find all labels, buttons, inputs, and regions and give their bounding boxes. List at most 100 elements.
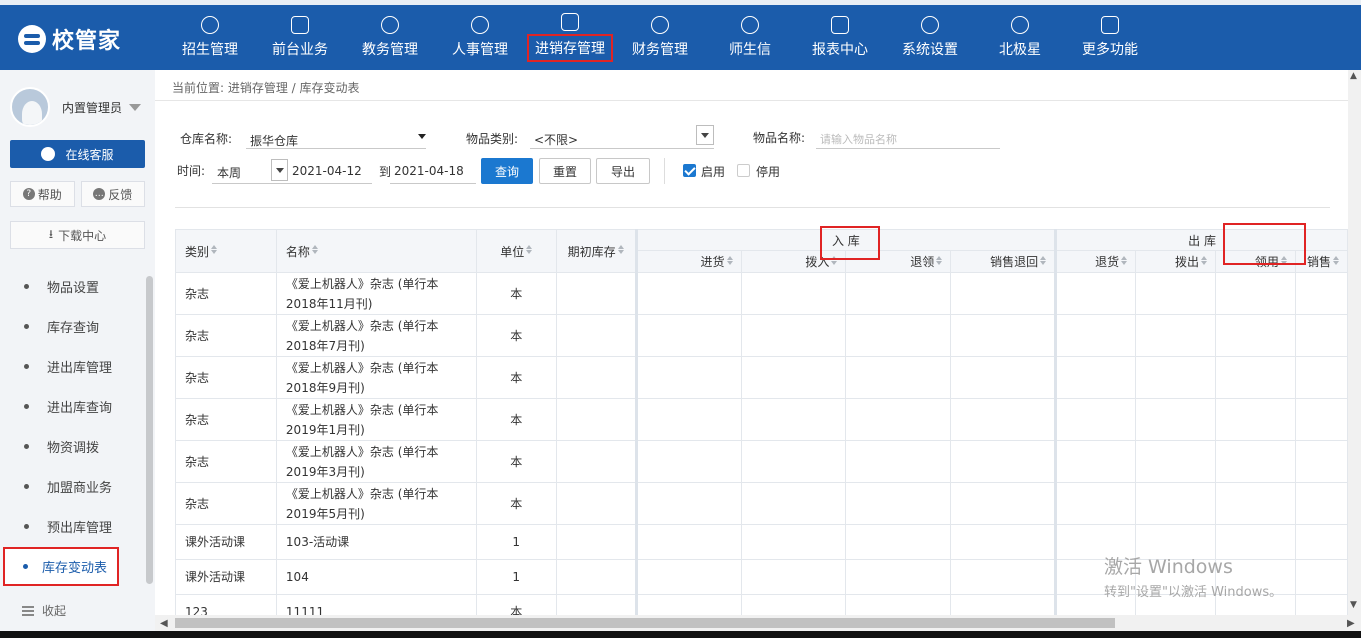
cell-unit: 本 <box>475 594 557 615</box>
sidebar-item-7[interactable]: 库存变动表 <box>0 546 146 586</box>
user-menu[interactable]: 内置管理员 <box>10 87 142 127</box>
reset-button[interactable]: 重置 <box>539 158 591 184</box>
nav-item-3[interactable]: 人事管理 <box>435 5 525 70</box>
horizontal-scroll-thumb[interactable] <box>175 618 1115 628</box>
breadcrumb-divider <box>155 100 1348 101</box>
bullet-icon <box>24 363 29 369</box>
category-select[interactable]: <不限> <box>534 131 578 148</box>
query-button[interactable]: 查询 <box>481 158 533 184</box>
cell-empty <box>1135 398 1217 441</box>
table-row[interactable]: 杂志 《爱上机器人》杂志 (单行本2019年1月刊) 本 <box>175 398 1348 441</box>
col-header-out-1[interactable]: 拨出 <box>1135 250 1217 273</box>
cell-empty <box>634 356 742 399</box>
sidebar-scrollbar[interactable] <box>146 276 153 584</box>
online-service-button[interactable]: 在线客服 <box>10 140 145 168</box>
scroll-right-icon[interactable]: ▶ <box>1347 618 1355 629</box>
cell-empty <box>740 594 847 615</box>
cell-empty <box>845 440 952 483</box>
nav-item-0[interactable]: 招生管理 <box>165 5 255 70</box>
date-from-input[interactable]: 2021-04-12 <box>292 164 362 178</box>
page-vertical-scrollbar[interactable]: ▲ ▼ <box>1348 70 1361 615</box>
sort-icon <box>311 245 318 254</box>
table-row[interactable]: 杂志 《爱上机器人》杂志 (单行本2018年9月刊) 本 <box>175 356 1348 399</box>
scroll-up-icon[interactable]: ▲ <box>1350 71 1357 81</box>
nav-item-label: 北极星 <box>999 42 1041 58</box>
nav-item-7[interactable]: 报表中心 <box>795 5 885 70</box>
nav-item-8[interactable]: 系统设置 <box>885 5 975 70</box>
cell-category: 课外活动课 <box>175 559 277 595</box>
download-center-button[interactable]: ⭳ 下载中心 <box>10 221 145 249</box>
sidebar-item-1[interactable]: 库存查询 <box>0 306 146 346</box>
sort-icon <box>936 255 943 265</box>
help-button[interactable]: ? 帮助 <box>10 181 75 207</box>
online-service-label: 在线客服 <box>65 147 114 162</box>
table-row[interactable]: 杂志 《爱上机器人》杂志 (单行本2018年11月刊) 本 <box>175 272 1348 315</box>
item-name-input[interactable]: 请输入物品名称 <box>820 131 897 147</box>
nav-item-6[interactable]: 师生信 <box>705 5 795 70</box>
sort-icon <box>1121 255 1128 265</box>
nav-item-label: 招生管理 <box>182 42 238 58</box>
cell-name: 11111 <box>275 594 477 615</box>
nav-item-label: 进销存管理 <box>527 34 613 62</box>
scroll-down-icon[interactable]: ▼ <box>1350 600 1357 610</box>
sidebar-item-2[interactable]: 进出库管理 <box>0 346 146 386</box>
sort-icon <box>1201 255 1208 265</box>
cell-empty <box>1294 440 1348 483</box>
highlight-out-group <box>1223 223 1306 265</box>
category-dropdown-button[interactable] <box>696 125 714 145</box>
period-dropdown-button[interactable] <box>271 159 288 181</box>
cell-unit: 本 <box>475 482 557 525</box>
col-header-in-3[interactable]: 销售退回 <box>950 250 1057 273</box>
nav-item-1[interactable]: 前台业务 <box>255 5 345 70</box>
col-header-name[interactable]: 名称 <box>275 229 477 273</box>
nav-item-9[interactable]: 北极星 <box>975 5 1065 70</box>
nav-item-2[interactable]: 教务管理 <box>345 5 435 70</box>
table-horizontal-scrollbar[interactable]: ◀ ▶ <box>155 615 1361 631</box>
highlight-in-group <box>820 226 880 260</box>
nav-item-4[interactable]: 进销存管理 <box>525 5 615 70</box>
logo-icon <box>18 25 46 53</box>
sidebar-item-0[interactable]: 物品设置 <box>0 266 146 306</box>
cell-empty <box>1054 272 1137 315</box>
warehouse-select[interactable]: 振华仓库 <box>250 132 298 149</box>
app-logo[interactable]: 校管家 <box>18 25 121 54</box>
filter-bottom-divider <box>175 207 1330 208</box>
export-button[interactable]: 导出 <box>596 158 650 184</box>
feedback-button[interactable]: … 反馈 <box>80 181 145 207</box>
cell-name: 《爱上机器人》杂志 (单行本2019年5月刊) <box>275 482 477 525</box>
table-row[interactable]: 杂志 《爱上机器人》杂志 (单行本2019年3月刊) 本 <box>175 440 1348 483</box>
period-select[interactable]: 本周 <box>217 164 241 181</box>
warehouse-dropdown-icon[interactable] <box>418 134 426 139</box>
col-header-unit[interactable]: 单位 <box>475 229 557 273</box>
cell-unit: 本 <box>475 314 557 357</box>
sidebar-item-3[interactable]: 进出库查询 <box>0 386 146 426</box>
nav-item-5[interactable]: 财务管理 <box>615 5 705 70</box>
table-row[interactable]: 杂志 《爱上机器人》杂志 (单行本2018年7月刊) 本 <box>175 314 1348 357</box>
date-to-input[interactable]: 2021-04-18 <box>394 164 464 178</box>
sidebar-item-4[interactable]: 物资调拨 <box>0 426 146 466</box>
user-icon <box>471 16 489 34</box>
col-header-category[interactable]: 类别 <box>175 229 277 273</box>
cell-empty <box>1294 482 1348 525</box>
sidebar-item-5[interactable]: 加盟商业务 <box>0 466 146 506</box>
col-header-opening-stock[interactable]: 期初库存 <box>555 229 637 273</box>
nav-item-label: 报表中心 <box>812 42 868 58</box>
scroll-left-icon[interactable]: ◀ <box>160 618 168 629</box>
cell-name: 《爱上机器人》杂志 (单行本2019年3月刊) <box>275 440 477 483</box>
disabled-checkbox[interactable] <box>737 164 750 177</box>
cell-empty <box>950 272 1057 315</box>
watermark-title: 激活 Windows <box>1104 556 1233 578</box>
help-row: ? 帮助 … 反馈 <box>10 181 145 207</box>
cell-empty <box>740 524 847 560</box>
nav-item-label: 系统设置 <box>902 42 958 58</box>
sidebar-item-6[interactable]: 预出库管理 <box>0 506 146 546</box>
col-header-out-0[interactable]: 退货 <box>1054 250 1137 273</box>
table-row[interactable]: 杂志 《爱上机器人》杂志 (单行本2019年5月刊) 本 <box>175 482 1348 525</box>
nav-item-label: 人事管理 <box>452 42 508 58</box>
collapse-button[interactable]: 收起 <box>22 602 66 619</box>
col-header-in-0[interactable]: 进货 <box>634 250 742 273</box>
nav-item-10[interactable]: 更多功能 <box>1065 5 1155 70</box>
enabled-checkbox[interactable] <box>683 164 696 177</box>
cell-empty <box>740 559 847 595</box>
sort-icon <box>526 245 533 254</box>
